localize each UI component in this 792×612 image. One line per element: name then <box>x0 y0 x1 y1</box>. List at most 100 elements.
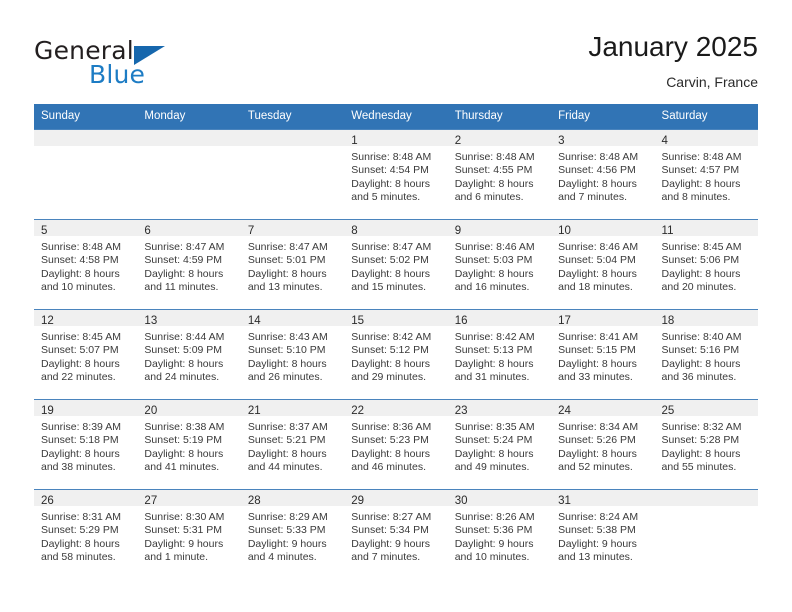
day-detail-block: Sunrise: 8:42 AM Sunset: 5:13 PM Daylight:… <box>448 326 551 385</box>
calendar-day-cell[interactable]: 25 Sunrise: 8:32 AM Sunset: 5:28 PM Dayligh… <box>654 399 758 490</box>
day-detail-line: Daylight: 8 hours <box>247 357 327 370</box>
calendar-day-cell[interactable]: 2 Sunrise: 8:48 AM Sunset: 4:55 PM Daylight… <box>447 129 552 220</box>
day-detail-line: and 55 minutes. <box>661 461 737 474</box>
day-detail-line: Sunrise: 8:27 AM <box>351 511 432 523</box>
day-detail-line: Daylight: 8 hours <box>351 357 431 370</box>
calendar-day-cell[interactable]: 18 Sunrise: 8:40 AM Sunset: 5:16 PM Dayligh… <box>654 309 758 400</box>
day-detail-line: Daylight: 8 hours <box>351 177 431 190</box>
calendar-day-cell[interactable]: 16 Sunrise: 8:42 AM Sunset: 5:13 PM Dayligh… <box>447 309 552 400</box>
day-number: 4 <box>661 135 668 147</box>
calendar-day-cell[interactable]: 7 Sunrise: 8:47 AM Sunset: 5:01 PM Daylight… <box>240 219 345 310</box>
brand-logo[interactable]: General Blue <box>34 36 254 92</box>
day-number-bar: 18 <box>654 310 758 327</box>
calendar-day-cell[interactable]: 4 Sunrise: 8:48 AM Sunset: 4:57 PM Daylight… <box>654 129 758 220</box>
day-number: 9 <box>454 225 462 237</box>
day-detail-block: Sunrise: 8:48 AM Sunset: 4:55 PM Daylight:… <box>448 146 551 205</box>
day-detail-line: Daylight: 8 hours <box>41 537 120 550</box>
day-number: 2 <box>454 135 462 147</box>
calendar-day-cell[interactable]: 5 Sunrise: 8:48 AM Sunset: 4:58 PM Daylight… <box>34 219 138 310</box>
calendar-day-cell[interactable]: 12 Sunrise: 8:45 AM Sunset: 5:07 PM Dayligh… <box>34 309 138 400</box>
calendar-day-cell[interactable]: 26 Sunrise: 8:31 AM Sunset: 5:29 PM Dayligh… <box>34 489 138 579</box>
day-detail-line: and 33 minutes. <box>558 371 633 384</box>
calendar-day-cell[interactable]: 13 Sunrise: 8:44 AM Sunset: 5:09 PM Dayligh… <box>137 309 241 400</box>
calendar-day-cell[interactable]: 6 Sunrise: 8:47 AM Sunset: 4:59 PM Daylight… <box>137 219 241 310</box>
day-detail-line: Sunset: 5:34 PM <box>351 524 429 537</box>
day-number-bar: 2 <box>447 130 552 147</box>
day-detail-block: Sunrise: 8:42 AM Sunset: 5:12 PM Daylight:… <box>344 326 447 385</box>
calendar-day-cell[interactable]: 31 Sunrise: 8:24 AM Sunset: 5:38 PM Dayligh… <box>551 489 655 579</box>
day-detail-block: Sunrise: 8:47 AM Sunset: 5:02 PM Daylight:… <box>344 236 447 295</box>
calendar-day-cell[interactable]: 24 Sunrise: 8:34 AM Sunset: 5:26 PM Dayligh… <box>551 399 655 490</box>
calendar-day-cell[interactable]: 17 Sunrise: 8:41 AM Sunset: 5:15 PM Dayligh… <box>551 309 655 400</box>
day-detail-line: and 41 minutes. <box>144 461 220 474</box>
day-detail-line: and 7 minutes. <box>558 191 627 204</box>
day-number-bar: 27 <box>137 490 241 507</box>
calendar-day-cell[interactable]: 23 Sunrise: 8:35 AM Sunset: 5:24 PM Dayligh… <box>447 399 552 490</box>
day-detail-line: Sunset: 5:03 PM <box>454 254 533 267</box>
title-block: January 2025 Carvin, France <box>588 30 758 92</box>
calendar-day-cell[interactable]: 19 Sunrise: 8:39 AM Sunset: 5:18 PM Dayligh… <box>34 399 138 490</box>
calendar-day-cell[interactable]: 10 Sunrise: 8:46 AM Sunset: 5:04 PM Dayligh… <box>551 219 655 310</box>
day-detail-block: Sunrise: 8:48 AM Sunset: 4:57 PM Daylight:… <box>655 146 758 205</box>
weekday-header-monday: Monday <box>137 104 241 130</box>
calendar-day-cell[interactable]: 28 Sunrise: 8:29 AM Sunset: 5:33 PM Dayligh… <box>240 489 345 579</box>
day-number: 20 <box>144 405 158 417</box>
calendar-day-cell[interactable]: 21 Sunrise: 8:37 AM Sunset: 5:21 PM Dayligh… <box>240 399 345 490</box>
calendar-day-cell[interactable]: 1 Sunrise: 8:48 AM Sunset: 4:54 PM Daylight… <box>344 129 448 220</box>
day-detail-line: Daylight: 8 hours <box>558 357 637 370</box>
day-detail-block: Sunrise: 8:48 AM Sunset: 4:54 PM Daylight:… <box>344 146 447 205</box>
day-detail-block: Sunrise: 8:26 AM Sunset: 5:36 PM Daylight:… <box>448 506 551 565</box>
day-number: 8 <box>351 225 358 237</box>
day-detail-line: Daylight: 8 hours <box>454 357 534 370</box>
day-number: 14 <box>247 315 261 327</box>
day-number-bar: 13 <box>137 310 241 327</box>
day-number: 16 <box>454 315 468 327</box>
day-number: 1 <box>351 135 358 147</box>
calendar-day-cell[interactable]: 15 Sunrise: 8:42 AM Sunset: 5:12 PM Dayligh… <box>344 309 448 400</box>
calendar-day-cell[interactable]: 22 Sunrise: 8:36 AM Sunset: 5:23 PM Dayligh… <box>344 399 448 490</box>
day-number-bar: 28 <box>240 490 345 507</box>
calendar-day-cell[interactable]: 29 Sunrise: 8:27 AM Sunset: 5:34 PM Dayligh… <box>344 489 448 579</box>
day-detail-line: Sunrise: 8:42 AM <box>454 331 535 343</box>
day-detail-line: Sunrise: 8:48 AM <box>558 151 639 163</box>
calendar-day-cell[interactable]: 20 Sunrise: 8:38 AM Sunset: 5:19 PM Dayligh… <box>137 399 241 490</box>
calendar-day-cell[interactable]: 14 Sunrise: 8:43 AM Sunset: 5:10 PM Dayligh… <box>240 309 345 400</box>
day-detail-block: Sunrise: 8:34 AM Sunset: 5:26 PM Daylight:… <box>551 416 654 475</box>
day-detail-line: Sunset: 5:24 PM <box>454 434 533 447</box>
day-number: 12 <box>41 315 54 327</box>
day-detail-block: Sunrise: 8:45 AM Sunset: 5:07 PM Daylight:… <box>34 326 137 385</box>
calendar-day-cell[interactable]: 11 Sunrise: 8:45 AM Sunset: 5:06 PM Dayligh… <box>654 219 758 310</box>
day-number: 18 <box>661 315 675 327</box>
day-number-bar: 17 <box>551 310 655 327</box>
calendar-body: 1 Sunrise: 8:48 AM Sunset: 4:54 PM Daylight… <box>34 129 758 579</box>
day-detail-block: Sunrise: 8:44 AM Sunset: 5:09 PM Daylight:… <box>137 326 240 385</box>
calendar-day-cell[interactable]: 9 Sunrise: 8:46 AM Sunset: 5:03 PM Daylight… <box>447 219 552 310</box>
calendar-day-cell[interactable]: 3 Sunrise: 8:48 AM Sunset: 4:56 PM Daylight… <box>551 129 655 220</box>
day-number: 28 <box>247 495 261 507</box>
calendar-cell-empty <box>34 129 138 220</box>
day-number: 6 <box>144 225 151 237</box>
day-detail-line: and 10 minutes. <box>41 281 116 294</box>
day-number-bar: 7 <box>240 220 345 237</box>
calendar-day-cell[interactable]: 27 Sunrise: 8:30 AM Sunset: 5:31 PM Dayligh… <box>137 489 241 579</box>
day-detail-line: Sunset: 4:55 PM <box>454 164 533 177</box>
day-detail-line: Daylight: 8 hours <box>144 357 224 370</box>
day-number: 21 <box>247 405 261 417</box>
day-detail-line: Sunrise: 8:45 AM <box>41 331 121 343</box>
day-detail-line: Daylight: 8 hours <box>247 267 327 280</box>
page-subtitle: Carvin, France <box>666 74 758 90</box>
day-number: 17 <box>558 315 571 327</box>
calendar-day-cell[interactable]: 30 Sunrise: 8:26 AM Sunset: 5:36 PM Dayligh… <box>447 489 552 579</box>
day-detail-line: Sunrise: 8:43 AM <box>247 331 328 343</box>
day-number-bar: 25 <box>654 400 758 417</box>
day-detail-block: Sunrise: 8:47 AM Sunset: 5:01 PM Daylight:… <box>241 236 344 295</box>
day-number: 3 <box>558 135 565 147</box>
day-number-bar: 4 <box>654 130 758 147</box>
calendar-day-cell[interactable]: 8 Sunrise: 8:47 AM Sunset: 5:02 PM Daylight… <box>344 219 448 310</box>
day-detail-line: Sunrise: 8:35 AM <box>454 421 535 433</box>
day-number: 22 <box>351 405 365 417</box>
calendar-week-row: 1 Sunrise: 8:48 AM Sunset: 4:54 PM Daylight… <box>34 129 758 220</box>
day-detail-line: Daylight: 8 hours <box>558 177 637 190</box>
day-number-bar: 10 <box>551 220 655 237</box>
day-detail-line: Daylight: 9 hours <box>454 537 534 550</box>
